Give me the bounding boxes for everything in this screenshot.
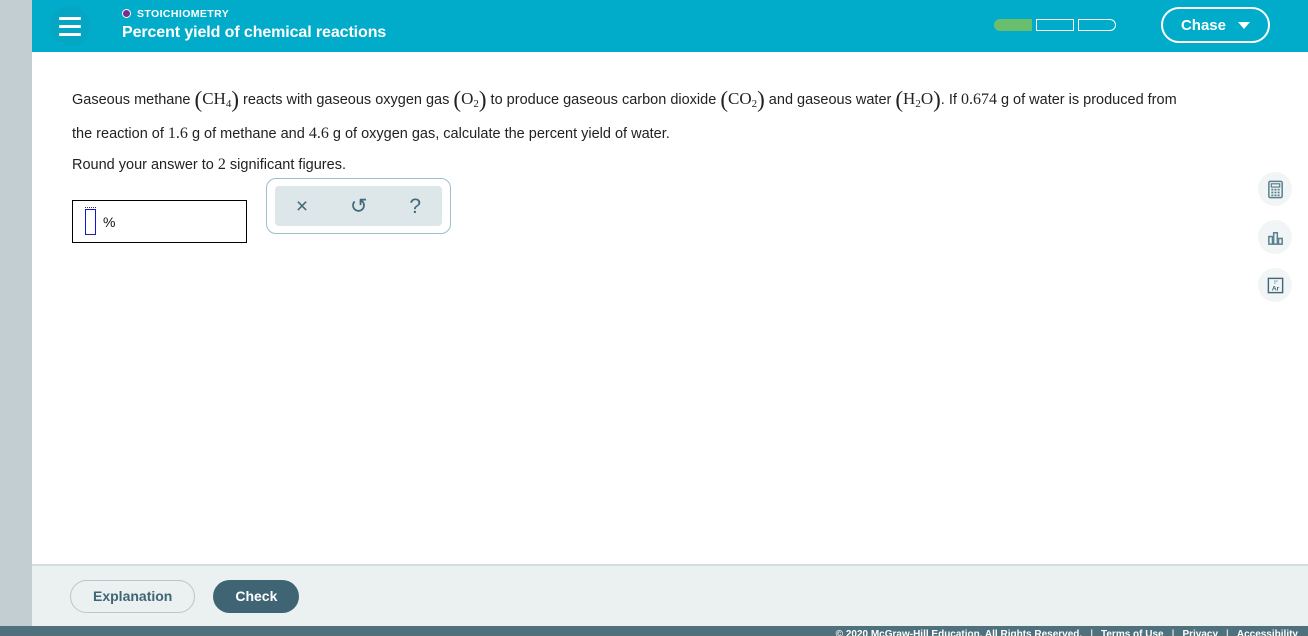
progress-segment-3 xyxy=(1078,19,1116,31)
q-text-part: reacts with gaseous oxygen gas xyxy=(239,92,454,108)
answer-row: % × ↺ ? xyxy=(72,178,451,243)
purple-circle-icon xyxy=(122,9,131,18)
answer-unit-label: % xyxy=(103,213,116,230)
chevron-down-icon xyxy=(1238,21,1250,29)
app-root: STOICHIOMETRY Percent yield of chemical … xyxy=(0,0,1308,636)
paren-open: ( xyxy=(720,87,728,112)
paren-close: ) xyxy=(757,87,765,112)
formula-carbon-dioxide: CO2 xyxy=(727,89,757,110)
page-footer: © 2020 McGraw-Hill Education. All Rights… xyxy=(0,626,1308,636)
footer-content: © 2020 McGraw-Hill Education. All Rights… xyxy=(836,629,1298,636)
bar-chart-icon[interactable] xyxy=(1258,220,1292,254)
hamburger-icon[interactable] xyxy=(50,6,90,46)
periodic-table-icon[interactable]: Ar xyxy=(1258,268,1292,302)
formula-water: H2O xyxy=(903,89,934,110)
formula-main: O xyxy=(920,89,934,108)
footer-separator: | xyxy=(1090,629,1093,636)
page-card: STOICHIOMETRY Percent yield of chemical … xyxy=(32,0,1308,636)
paren-open: ( xyxy=(453,87,462,112)
q-text-part: g of methane and xyxy=(187,126,309,142)
progress-segment-2 xyxy=(1036,19,1074,31)
calculator-icon[interactable] xyxy=(1258,172,1292,206)
check-button[interactable]: Check xyxy=(213,579,300,613)
round-prefix: Round your answer to xyxy=(72,157,218,173)
progress-segment-1 xyxy=(994,19,1032,31)
formula-main: H xyxy=(903,89,916,108)
svg-text:Ar: Ar xyxy=(1271,285,1279,292)
sig-figs-value: 2 xyxy=(217,156,226,173)
progress-indicator xyxy=(994,19,1116,31)
value-oxygen: 4.6 xyxy=(308,125,329,142)
value-methane: 1.6 xyxy=(167,125,188,142)
app-header: STOICHIOMETRY Percent yield of chemical … xyxy=(32,0,1308,52)
terms-of-use-link[interactable]: Terms of Use xyxy=(1101,629,1164,636)
formula-oxygen: O2 xyxy=(461,89,479,110)
topic-eyebrow: STOICHIOMETRY xyxy=(122,6,386,21)
accessibility-link[interactable]: Accessibility xyxy=(1237,629,1298,636)
header-title-block: STOICHIOMETRY Percent yield of chemical … xyxy=(122,6,386,42)
answer-toolbar-inner: × ↺ ? xyxy=(275,186,442,226)
paren-close: ) xyxy=(231,87,239,112)
paren-open: ( xyxy=(895,87,904,112)
question-content: Gaseous methane ( CH4) reacts with gaseou… xyxy=(32,52,1308,564)
user-name-label: Chase xyxy=(1180,16,1226,34)
question-mark-icon[interactable]: ? xyxy=(403,196,427,217)
value-water-produced: 0.674 xyxy=(960,91,997,108)
paren-close: ) xyxy=(478,87,487,112)
rounding-instruction: Round your answer to 2 significant figur… xyxy=(72,156,346,174)
round-suffix: significant figures. xyxy=(225,157,346,173)
page-title: Percent yield of chemical reactions xyxy=(122,24,387,41)
explanation-button[interactable]: Explanation xyxy=(70,579,196,613)
hamburger-bar xyxy=(59,32,81,36)
copyright-text: © 2020 McGraw-Hill Education. All Rights… xyxy=(835,629,1083,636)
formula-main: CO xyxy=(727,89,752,108)
question-text: Gaseous methane ( CH4) reacts with gaseou… xyxy=(72,84,1192,149)
q-text-part: and gaseous water xyxy=(764,92,896,108)
action-bar: Explanation Check xyxy=(32,564,1308,626)
q-text-part: . If xyxy=(940,92,961,108)
q-text-part: to produce gaseous carbon dioxide xyxy=(486,92,721,108)
footer-separator: | xyxy=(1171,629,1175,636)
answer-toolbar: × ↺ ? xyxy=(266,178,451,234)
answer-caret-placeholder xyxy=(85,206,96,235)
formula-main: CH xyxy=(202,89,226,108)
topic-label: STOICHIOMETRY xyxy=(137,7,230,20)
user-menu-button[interactable]: Chase xyxy=(1160,7,1270,43)
formula-methane: CH4 xyxy=(202,89,231,110)
answer-input[interactable]: % xyxy=(72,200,247,243)
formula-main: O xyxy=(461,89,474,108)
q-text-part: Gaseous methane xyxy=(72,92,195,108)
clear-x-icon[interactable]: × xyxy=(290,196,314,217)
q-text-part: g of oxygen gas, calculate the percent y… xyxy=(328,126,670,142)
privacy-link[interactable]: Privacy xyxy=(1182,629,1218,636)
hamburger-bar xyxy=(59,24,81,28)
paren-close: ) xyxy=(933,87,941,112)
hamburger-bar xyxy=(59,16,81,20)
undo-arrow-icon[interactable]: ↺ xyxy=(344,196,374,217)
footer-separator: | xyxy=(1226,629,1229,636)
utility-rail: Ar xyxy=(1258,172,1292,302)
